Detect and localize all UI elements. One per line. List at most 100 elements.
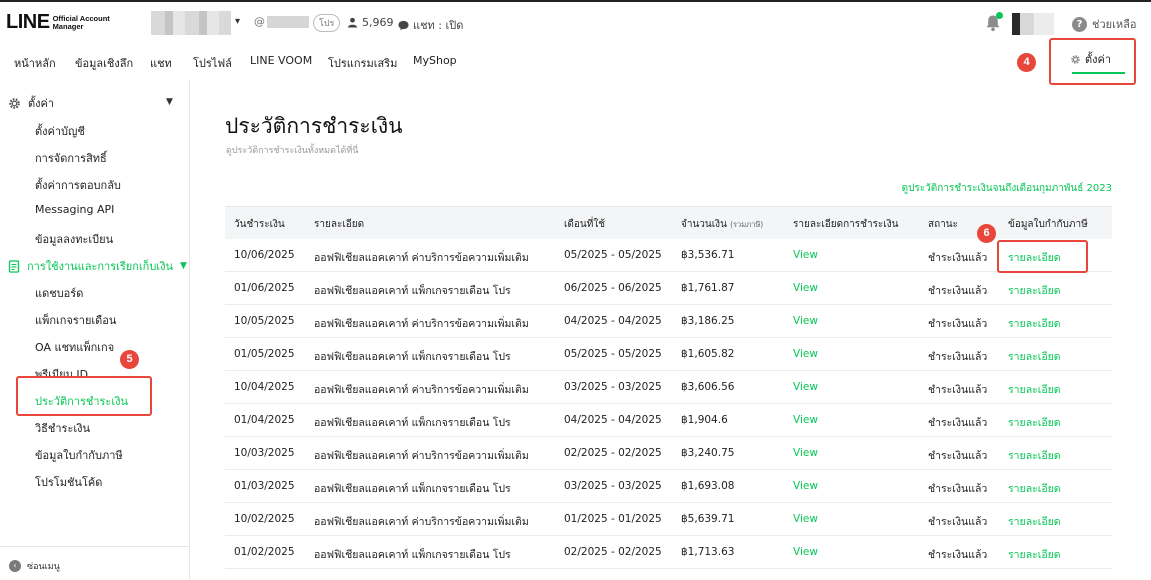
view-link[interactable]: View: [793, 414, 818, 426]
cell-description: ออฟฟิเชียลแอคเคาท์ แพ็กเกจรายเดือน โปร: [314, 483, 511, 495]
tax-detail-link[interactable]: รายละเอียด: [1008, 282, 1061, 299]
view-link[interactable]: View: [793, 447, 818, 459]
view-link[interactable]: View: [793, 315, 818, 327]
sidebar: ตั้งค่า ▼ ตั้งค่าบัญชี การจัดการสิทธิ์ ต…: [0, 80, 190, 580]
account-switch-caret-icon[interactable]: ▾: [235, 16, 240, 27]
view-link[interactable]: View: [793, 348, 818, 360]
tax-detail-link[interactable]: รายละเอียด: [1008, 381, 1061, 398]
sidebar-billing-label: การใช้งานและการเรียกเก็บเงิน: [27, 260, 173, 273]
cell-description: ออฟฟิเชียลแอคเคาท์ แพ็กเกจรายเดือน โปร: [314, 285, 511, 297]
view-link[interactable]: View: [793, 282, 818, 294]
sidebar-item-tax-invoice-info[interactable]: ข้อมูลใบกำกับภาษี: [35, 446, 123, 464]
nav-settings-tab[interactable]: ตั้งค่า: [1070, 50, 1111, 68]
cell-status: ชำระเงินแล้ว: [928, 285, 988, 297]
nav-insights[interactable]: ข้อมูลเชิงลึก: [75, 54, 133, 72]
sidebar-item-permissions[interactable]: การจัดการสิทธิ์: [35, 149, 107, 167]
cell-date: 01/03/2025: [234, 480, 295, 492]
sidebar-item-monthly-plan[interactable]: แพ็กเกจรายเดือน: [35, 311, 116, 329]
chat-status-label: แชท : เปิด: [413, 19, 464, 32]
sidebar-item-payment-history[interactable]: ประวัติการชำระเงิน: [35, 392, 128, 410]
view-link[interactable]: View: [793, 546, 818, 558]
cell-description: ออฟฟิเชียลแอคเคาท์ แพ็กเกจรายเดือน โปร: [314, 549, 511, 561]
step-badge-4: 4: [1017, 53, 1036, 72]
tax-detail-link[interactable]: รายละเอียด: [1008, 348, 1061, 365]
view-link[interactable]: View: [793, 480, 818, 492]
cell-amount: ฿1,761.87: [681, 282, 735, 294]
col-header-tax-invoice: ข้อมูลใบกำกับภาษี: [1008, 219, 1088, 230]
sidebar-item-dashboard[interactable]: แดชบอร์ด: [35, 284, 83, 302]
col-header-amount-note: (รวมภาษี): [730, 220, 764, 229]
hide-menu-button[interactable]: ‹ ซ่อนเมนู: [9, 559, 60, 573]
cell-amount: ฿3,606.56: [681, 381, 735, 393]
line-oa-logo[interactable]: LINE Official Account Manager: [6, 11, 110, 34]
chat-status[interactable]: แชท : เปิด: [398, 16, 463, 34]
sidebar-item-payment-method[interactable]: วิธีชำระเงิน: [35, 419, 90, 437]
cell-month: 05/2025 - 05/2025: [564, 348, 662, 360]
nav-home[interactable]: หน้าหลัก: [14, 54, 56, 72]
cell-amount: ฿3,536.71: [681, 249, 735, 261]
sidebar-item-oa-chat-package[interactable]: OA แชทแพ็กเกจ: [35, 338, 114, 356]
main-navigation: หน้าหลัก ข้อมูลเชิงลึก แชท โปรไฟล์ LINE …: [0, 44, 1151, 78]
cell-month: 04/2025 - 04/2025: [564, 414, 662, 426]
sidebar-item-premium-id[interactable]: พรีเมียม ID: [35, 365, 88, 383]
table-row: 10/02/2025 ออฟฟิเชียลแอคเคาท์ ค่าบริการข…: [225, 503, 1112, 536]
nav-extensions[interactable]: โปรแกรมเสริม: [328, 54, 397, 72]
cell-status: ชำระเงินแล้ว: [928, 417, 988, 429]
step-badge-5: 5: [120, 350, 139, 369]
sidebar-footer: ‹ ซ่อนเมนู: [0, 546, 190, 580]
view-link[interactable]: View: [793, 381, 818, 393]
cell-status: ชำระเงินแล้ว: [928, 516, 988, 528]
view-link[interactable]: View: [793, 249, 818, 261]
cell-month: 02/2025 - 02/2025: [564, 447, 662, 459]
user-avatar[interactable]: [1012, 13, 1054, 35]
sidebar-item-promo-code[interactable]: โปรโมชันโค้ด: [35, 473, 102, 491]
table-row: 10/04/2025 ออฟฟิเชียลแอคเคาท์ ค่าบริการข…: [225, 371, 1112, 404]
nav-myshop[interactable]: MyShop: [413, 54, 457, 67]
nav-chat[interactable]: แชท: [150, 54, 172, 72]
tax-detail-link[interactable]: รายละเอียด: [1008, 414, 1061, 431]
sidebar-settings-header[interactable]: ตั้งค่า: [8, 94, 54, 112]
older-history-link[interactable]: ดูประวัติการชำระเงินจนถึงเดือนกุมภาพันธ์…: [902, 181, 1112, 196]
col-header-amount: จำนวนเงิน (รวมภาษี): [681, 219, 764, 230]
view-link[interactable]: View: [793, 513, 818, 525]
nav-profile[interactable]: โปรไฟล์: [193, 54, 232, 72]
table-row: 01/05/2025 ออฟฟิเชียลแอคเคาท์ แพ็กเกจราย…: [225, 338, 1112, 371]
sidebar-item-registration-info[interactable]: ข้อมูลลงทะเบียน: [35, 230, 113, 248]
cell-date: 10/05/2025: [234, 315, 295, 327]
cell-description: ออฟฟิเชียลแอคเคาท์ ค่าบริการข้อความเพิ่ม…: [314, 450, 529, 462]
billing-caret-icon: ▼: [179, 261, 187, 271]
col-header-description: รายละเอียด: [314, 219, 365, 230]
nav-line-voom[interactable]: LINE VOOM: [250, 54, 312, 67]
plan-badge: โปร: [313, 14, 341, 32]
tax-detail-link[interactable]: รายละเอียด: [1008, 480, 1061, 497]
gear-icon: [1071, 54, 1080, 64]
help-label: ช่วยเหลือ: [1092, 18, 1137, 31]
cell-date: 01/02/2025: [234, 546, 295, 558]
friend-count[interactable]: 5,969: [347, 16, 394, 29]
tax-detail-link[interactable]: รายละเอียด: [1008, 249, 1061, 266]
table-row: 10/06/2025 ออฟฟิเชียลแอคเคาท์ ค่าบริการข…: [225, 239, 1112, 272]
sidebar-item-messaging-api[interactable]: Messaging API: [35, 203, 114, 216]
col-header-payment-detail: รายละเอียดการชำระเงิน: [793, 219, 899, 230]
account-profile-image[interactable]: [151, 11, 231, 35]
help-button[interactable]: ? ช่วยเหลือ: [1072, 15, 1136, 33]
tax-detail-link[interactable]: รายละเอียด: [1008, 447, 1061, 464]
tax-detail-link[interactable]: รายละเอียด: [1008, 546, 1061, 563]
cell-date: 01/05/2025: [234, 348, 295, 360]
cell-amount: ฿1,713.63: [681, 546, 735, 558]
cell-amount: ฿3,186.25: [681, 315, 735, 327]
top-header: LINE Official Account Manager ▾ @ โปร 5,…: [0, 0, 1151, 44]
collapse-caret-icon[interactable]: ▼: [166, 97, 173, 107]
notification-dot: [996, 12, 1003, 19]
cell-date: 01/04/2025: [234, 414, 295, 426]
logo-text: LINE: [6, 11, 50, 33]
sidebar-billing-header[interactable]: การใช้งานและการเรียกเก็บเงิน ▼: [8, 257, 187, 275]
tax-detail-link[interactable]: รายละเอียด: [1008, 315, 1061, 332]
sidebar-item-account-settings[interactable]: ตั้งค่าบัญชี: [35, 122, 85, 140]
friend-count-value: 5,969: [362, 16, 394, 29]
tax-detail-link[interactable]: รายละเอียด: [1008, 513, 1061, 530]
cell-status: ชำระเงินแล้ว: [928, 549, 988, 561]
cell-month: 03/2025 - 03/2025: [564, 381, 662, 393]
cell-description: ออฟฟิเชียลแอคเคาท์ ค่าบริการข้อความเพิ่ม…: [314, 384, 529, 396]
sidebar-item-response-settings[interactable]: ตั้งค่าการตอบกลับ: [35, 176, 121, 194]
